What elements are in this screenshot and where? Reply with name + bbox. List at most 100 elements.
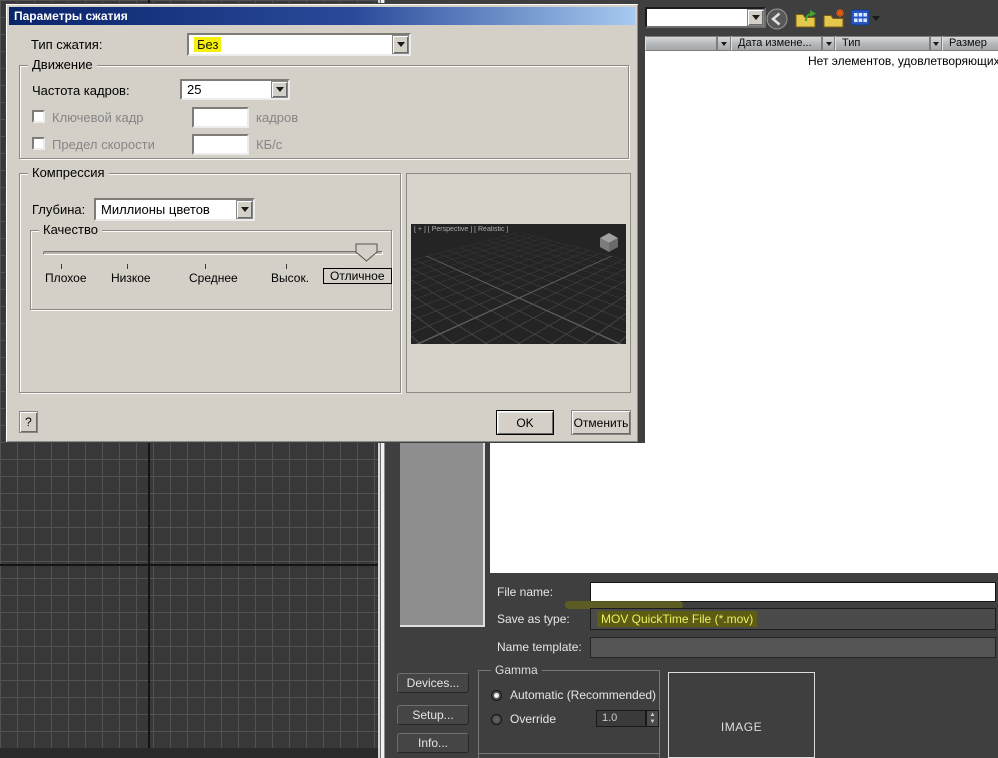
compression-type-label: Тип сжатия: bbox=[31, 37, 103, 52]
devices-button[interactable]: Devices... bbox=[397, 673, 469, 693]
frame-rate-dropdown[interactable] bbox=[271, 81, 288, 98]
history-combobox[interactable] bbox=[645, 7, 766, 28]
viewcube-icon bbox=[600, 233, 618, 252]
screen: Дата измене... Тип Размер Нет элементов,… bbox=[0, 0, 998, 758]
preview-panel: [ + ] [ Perspective ] [ Realistic ] bbox=[406, 173, 631, 393]
quality-level-low: Низкое bbox=[111, 271, 151, 285]
save-type-value: MOV QuickTime File (*.mov) bbox=[597, 611, 758, 627]
gamma-override-label: Override bbox=[510, 712, 557, 726]
back-icon[interactable] bbox=[766, 8, 788, 30]
chevron-down-icon bbox=[751, 15, 760, 20]
rate-limit-label: Предел скорости bbox=[52, 137, 155, 152]
file-name-input[interactable] bbox=[590, 582, 996, 602]
column-header-date[interactable]: Дата измене... bbox=[731, 36, 822, 51]
gamma-value-field[interactable]: 1.0 bbox=[596, 710, 646, 727]
preview-image: [ + ] [ Perspective ] [ Realistic ] bbox=[411, 224, 626, 344]
depth-value: Миллионы цветов bbox=[101, 202, 210, 217]
cancel-button[interactable]: Отменить bbox=[571, 410, 631, 435]
dialog-titlebar[interactable]: Параметры сжатия bbox=[9, 7, 635, 25]
motion-group: Движение Частота кадров: 25 Ключевой кад… bbox=[19, 57, 629, 159]
keyframe-checkbox[interactable] bbox=[32, 110, 45, 123]
gamma-automatic-label: Automatic (Recommended) bbox=[510, 688, 657, 702]
quality-level-medium: Среднее bbox=[189, 271, 238, 285]
compression-group-label: Компрессия bbox=[28, 165, 109, 180]
frame-rate-value: 25 bbox=[187, 82, 202, 97]
name-template-label: Name template: bbox=[497, 640, 582, 654]
up-folder-icon[interactable] bbox=[794, 8, 818, 30]
quality-slider-track[interactable] bbox=[43, 251, 383, 255]
view-menu-icon[interactable] bbox=[850, 8, 870, 27]
quality-level-selected: Отличное bbox=[323, 268, 392, 284]
gamma-spinner[interactable]: ▲ ▼ bbox=[646, 710, 659, 727]
compression-type-value: Без bbox=[194, 37, 222, 52]
gamma-group-label: Gamma bbox=[491, 663, 542, 677]
places-panel[interactable] bbox=[400, 443, 485, 627]
column-headers: Дата измене... Тип Размер bbox=[645, 36, 998, 51]
view-menu-caret-icon[interactable] bbox=[872, 16, 880, 21]
slider-tick bbox=[286, 264, 287, 269]
column-filter-button[interactable] bbox=[822, 36, 835, 51]
image-placeholder-label: IMAGE bbox=[720, 720, 763, 734]
frame-rate-combobox[interactable]: 25 bbox=[180, 79, 290, 100]
keyframe-input[interactable] bbox=[192, 107, 249, 128]
rate-limit-unit-label: КБ/с bbox=[256, 137, 283, 152]
quality-group-label: Качество bbox=[39, 222, 102, 237]
viewport-label: [ + ] [ Perspective ] [ Realistic ] bbox=[414, 226, 509, 233]
chevron-down-icon bbox=[240, 207, 249, 212]
rate-limit-checkbox[interactable] bbox=[32, 137, 45, 150]
info-button[interactable]: Info... bbox=[397, 733, 469, 753]
track-bar bbox=[0, 748, 378, 758]
column-filter-button[interactable] bbox=[930, 36, 942, 51]
save-type-select[interactable]: MOV QuickTime File (*.mov) bbox=[590, 608, 996, 630]
chevron-down-icon bbox=[396, 42, 405, 47]
empty-list-message: Нет элементов, удовлетворяющих у bbox=[808, 54, 998, 68]
keyframe-unit-label: кадров bbox=[256, 110, 299, 125]
quality-level-high: Высок. bbox=[271, 271, 310, 285]
compression-type-combobox[interactable]: Без bbox=[187, 33, 411, 56]
motion-group-label: Движение bbox=[28, 57, 97, 72]
ok-button[interactable]: OK bbox=[496, 410, 554, 435]
dialog-title: Параметры сжатия bbox=[14, 9, 128, 23]
file-list[interactable] bbox=[645, 51, 998, 573]
column-header-type[interactable]: Тип bbox=[835, 36, 930, 51]
depth-combobox[interactable]: Миллионы цветов bbox=[94, 198, 255, 221]
perspective-grid bbox=[411, 232, 626, 344]
compression-group: Компрессия Глубина: Миллионы цветов Каче… bbox=[19, 165, 401, 393]
setup-button[interactable]: Setup... bbox=[397, 705, 469, 725]
chevron-down-icon bbox=[933, 41, 939, 46]
compression-dialog: Параметры сжатия Тип сжатия: Без Движени… bbox=[5, 3, 639, 443]
spinner-down-icon[interactable]: ▼ bbox=[650, 719, 656, 726]
slider-tick bbox=[127, 264, 128, 269]
radio-icon[interactable] bbox=[491, 713, 502, 725]
help-button[interactable]: ? bbox=[19, 411, 38, 433]
quality-slider-thumb[interactable] bbox=[355, 243, 379, 263]
grid-major-horizontal bbox=[0, 564, 378, 566]
depth-label: Глубина: bbox=[32, 202, 86, 217]
gamma-override-option[interactable]: Override 1.0 ▲ ▼ bbox=[491, 710, 659, 727]
save-type-label: Save as type: bbox=[497, 612, 570, 626]
name-template-input[interactable] bbox=[590, 637, 996, 658]
keyframe-label: Ключевой кадр bbox=[52, 110, 144, 125]
next-group-edge bbox=[478, 753, 660, 758]
compression-type-dropdown[interactable] bbox=[392, 35, 409, 54]
frame-rate-label: Частота кадров: bbox=[32, 83, 130, 98]
quality-level-bad: Плохое bbox=[45, 271, 87, 285]
depth-dropdown[interactable] bbox=[236, 200, 253, 219]
radio-selected-icon[interactable] bbox=[491, 689, 502, 701]
chevron-down-icon bbox=[275, 87, 284, 92]
column-header-name[interactable] bbox=[645, 36, 717, 51]
file-list[interactable] bbox=[490, 443, 646, 573]
chevron-down-icon bbox=[721, 41, 727, 46]
gamma-group: Gamma Automatic (Recommended) Override 1… bbox=[478, 663, 660, 754]
gamma-automatic-option[interactable]: Automatic (Recommended) bbox=[491, 688, 656, 702]
rate-limit-input[interactable] bbox=[192, 134, 249, 155]
history-combobox-dropdown[interactable] bbox=[747, 9, 764, 26]
slider-tick bbox=[205, 264, 206, 269]
new-folder-icon[interactable] bbox=[822, 8, 846, 30]
column-filter-button[interactable] bbox=[717, 36, 731, 51]
image-preview-panel: IMAGE bbox=[668, 672, 815, 758]
spinner-up-icon[interactable]: ▲ bbox=[650, 712, 656, 719]
file-name-label: File name: bbox=[497, 585, 554, 599]
quality-group: Качество Плохое Низкое Среднее Высок. От… bbox=[30, 222, 392, 310]
column-header-size[interactable]: Размер bbox=[942, 36, 998, 51]
